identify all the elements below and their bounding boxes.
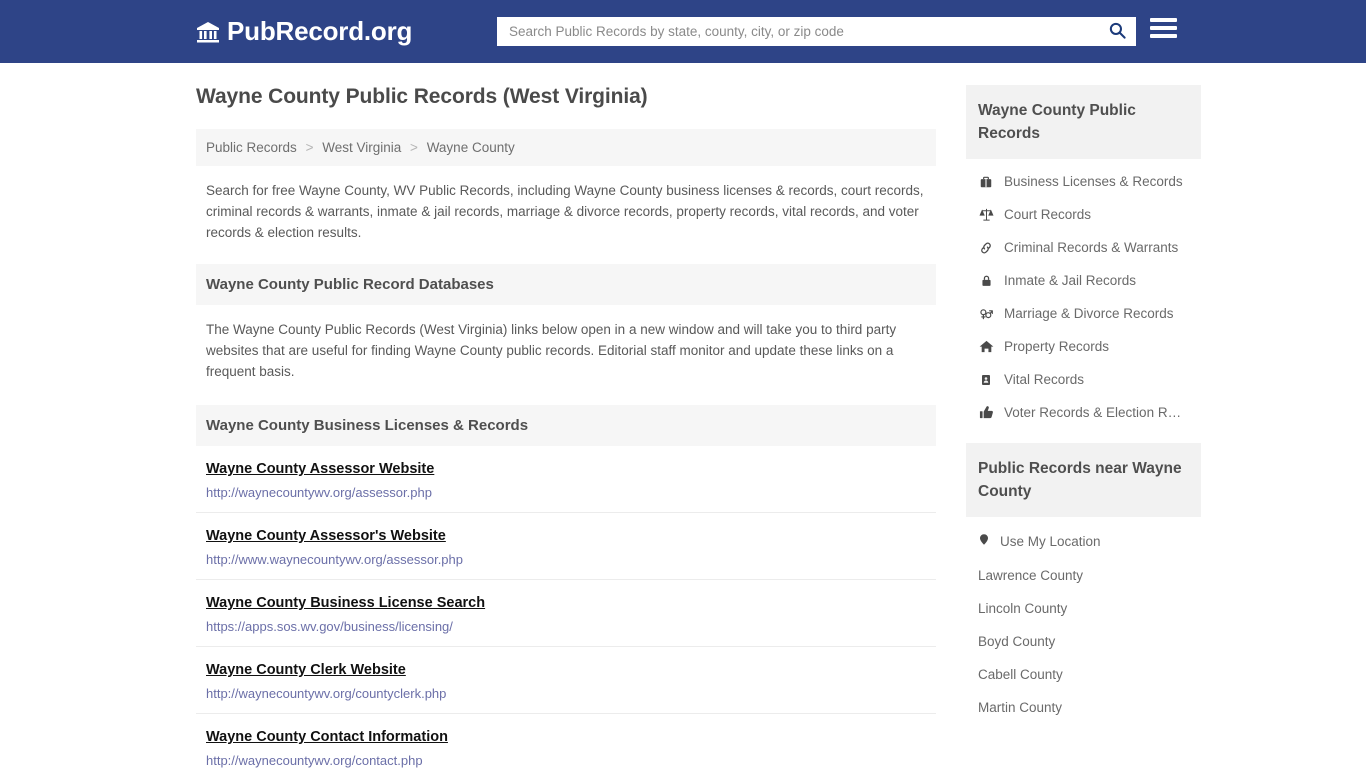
handcuffs-icon — [978, 241, 994, 255]
nearby-county-item[interactable]: Cabell County — [966, 658, 1201, 691]
sidebar-item-label: Criminal Records & Warrants — [1004, 240, 1179, 255]
breadcrumb-separator: > — [410, 140, 418, 155]
list-item: Wayne County Assessor Website http://way… — [196, 446, 936, 513]
use-my-location-item[interactable]: Use My Location — [966, 523, 1201, 559]
list-item: Wayne County Contact Information http://… — [196, 714, 936, 768]
sidebar-item-business-licenses[interactable]: Business Licenses & Records — [966, 165, 1201, 198]
use-my-location-label: Use My Location — [1000, 533, 1101, 549]
search-bar[interactable] — [497, 17, 1136, 46]
sidebar-item-vital-records[interactable]: Vital Records — [966, 363, 1201, 396]
record-link-url[interactable]: http://www.waynecountywv.org/assessor.ph… — [206, 552, 926, 567]
sidebar-item-marriage-divorce-records[interactable]: Marriage & Divorce Records — [966, 297, 1201, 330]
nearby-county-item[interactable]: Martin County — [966, 691, 1201, 724]
search-icon — [1108, 21, 1127, 43]
breadcrumb-separator: > — [305, 140, 314, 155]
map-pin-icon — [978, 532, 990, 550]
list-item: Wayne County Assessor's Website http://w… — [196, 513, 936, 580]
sidebar-near-list: Use My Location Lawrence County Lincoln … — [966, 517, 1201, 724]
breadcrumb-item-wayne-county[interactable]: Wayne County — [427, 140, 515, 155]
site-logo-text: PubRecord.org — [227, 16, 413, 46]
search-button[interactable] — [1105, 21, 1130, 43]
record-link-title[interactable]: Wayne County Clerk Website — [206, 662, 406, 678]
home-icon — [978, 339, 994, 354]
sidebar-item-voter-records[interactable]: Voter Records & Election R… — [966, 396, 1201, 429]
sidebar-item-property-records[interactable]: Property Records — [966, 330, 1201, 363]
record-link-url[interactable]: https://apps.sos.wv.gov/business/licensi… — [206, 619, 926, 634]
record-link-title[interactable]: Wayne County Assessor Website — [206, 461, 434, 477]
breadcrumb-item-public-records[interactable]: Public Records — [206, 140, 297, 155]
sidebar-item-criminal-records[interactable]: Criminal Records & Warrants — [966, 231, 1201, 264]
lock-icon — [978, 274, 994, 288]
venus-mars-icon — [978, 307, 994, 321]
nearby-county-item[interactable]: Lincoln County — [966, 592, 1201, 625]
record-link-title[interactable]: Wayne County Assessor's Website — [206, 528, 446, 544]
sidebar-item-label: Inmate & Jail Records — [1004, 273, 1137, 288]
record-link-title[interactable]: Wayne County Contact Information — [206, 729, 448, 745]
thumbs-up-icon — [978, 405, 994, 420]
site-logo[interactable]: PubRecord.org — [196, 16, 412, 47]
sidebar-item-label: Marriage & Divorce Records — [1004, 306, 1174, 321]
databases-section-heading: Wayne County Public Record Databases — [196, 264, 936, 305]
search-input[interactable] — [507, 23, 1105, 40]
nearby-county-item[interactable]: Boyd County — [966, 625, 1201, 658]
sidebar-item-label: Vital Records — [1004, 372, 1085, 387]
hamburger-menu-icon[interactable] — [1150, 18, 1177, 38]
sidebar-item-label: Business Licenses & Records — [1004, 174, 1183, 189]
sidebar-records-heading: Wayne County Public Records — [966, 85, 1201, 159]
sidebar-item-label: Voter Records & Election R… — [1004, 405, 1182, 420]
intro-paragraph: Search for free Wayne County, WV Public … — [206, 183, 924, 240]
record-link-url[interactable]: http://waynecountywv.org/contact.php — [206, 753, 926, 768]
sidebar-item-label: Property Records — [1004, 339, 1110, 354]
list-item: Wayne County Clerk Website http://waynec… — [196, 647, 936, 714]
bank-icon — [196, 20, 220, 44]
breadcrumb: Public Records > West Virginia > Wayne C… — [196, 129, 936, 166]
record-link-title[interactable]: Wayne County Business License Search — [206, 595, 485, 611]
content-layout: Wayne County Public Records (West Virgin… — [196, 63, 1201, 768]
page-title: Wayne County Public Records (West Virgin… — [196, 85, 648, 108]
list-item: Wayne County Business License Search htt… — [196, 580, 936, 647]
sidebar-item-label: Court Records — [1004, 207, 1092, 222]
sidebar-near-heading: Public Records near Wayne County — [966, 443, 1201, 517]
record-link-url[interactable]: http://waynecountywv.org/assessor.php — [206, 485, 926, 500]
sidebar: Wayne County Public Records Business Lic… — [966, 85, 1201, 768]
site-header: PubRecord.org — [0, 0, 1366, 63]
sidebar-records-list: Business Licenses & Records Court Record… — [966, 159, 1201, 429]
nearby-county-item[interactable]: Lawrence County — [966, 559, 1201, 592]
briefcase-icon — [978, 175, 994, 189]
record-link-url[interactable]: http://waynecountywv.org/countyclerk.php — [206, 686, 926, 701]
breadcrumb-item-west-virginia[interactable]: West Virginia — [322, 140, 401, 155]
page-container: Wayne County Public Records (West Virgin… — [0, 63, 1366, 768]
databases-section-body: The Wayne County Public Records (West Vi… — [206, 322, 897, 379]
business-section-heading: Wayne County Business Licenses & Records — [196, 405, 936, 446]
main-content: Wayne County Public Records (West Virgin… — [196, 85, 936, 768]
sidebar-item-inmate-jail-records[interactable]: Inmate & Jail Records — [966, 264, 1201, 297]
scales-of-justice-icon — [978, 207, 994, 222]
sidebar-item-court-records[interactable]: Court Records — [966, 198, 1201, 231]
id-card-icon — [978, 373, 994, 387]
